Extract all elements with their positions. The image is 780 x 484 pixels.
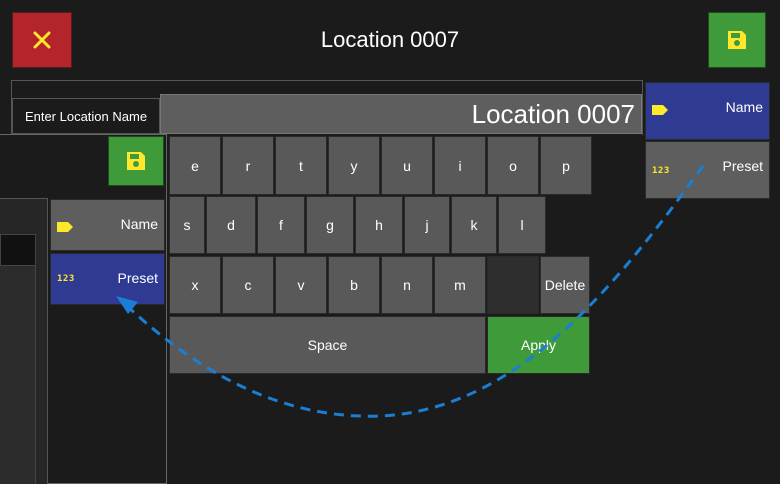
transition-arrow	[116, 165, 705, 418]
transition-arrow-path	[124, 165, 705, 418]
arrowhead-icon	[116, 296, 138, 314]
